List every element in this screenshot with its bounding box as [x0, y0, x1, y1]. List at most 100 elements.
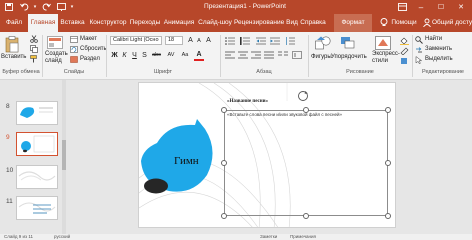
tab-help[interactable]: Справка: [300, 14, 326, 32]
align-left-icon[interactable]: [225, 51, 235, 61]
char-spacing-button[interactable]: AV: [165, 51, 177, 60]
font-size-field[interactable]: 18: [165, 36, 183, 45]
ribbon-display-icon[interactable]: [395, 0, 409, 14]
grow-font-button[interactable]: A: [186, 36, 195, 45]
increase-indent-icon[interactable]: [270, 37, 280, 47]
bold-button[interactable]: Ж: [110, 51, 119, 60]
italic-button[interactable]: К: [120, 51, 129, 60]
layout-button[interactable]: Макет: [80, 35, 97, 43]
tab-view[interactable]: Вид: [285, 14, 299, 32]
justify-icon[interactable]: [264, 51, 274, 61]
paragraph-group-label: Абзац: [256, 69, 272, 75]
bullets-icon[interactable]: [225, 37, 235, 47]
find-icon: [415, 36, 423, 46]
thumbnail-number: 10: [6, 167, 14, 174]
numbering-icon[interactable]: [240, 37, 250, 47]
thumbnail-slide-9[interactable]: [16, 132, 58, 156]
thumbnail-slide-10[interactable]: [16, 165, 58, 189]
layout-icon: [70, 36, 78, 45]
chevron-down-icon[interactable]: ▾: [32, 0, 38, 14]
align-right-icon[interactable]: [251, 51, 261, 61]
status-bar: Слайд 9 из 11 русский Заметки Примечания: [0, 234, 472, 240]
thumbnail-slide-11[interactable]: [16, 196, 58, 220]
thumbnail-slide-8[interactable]: [16, 101, 58, 125]
tab-insert[interactable]: Вставка: [59, 14, 86, 32]
text-direction-icon[interactable]: [292, 51, 302, 61]
save-icon[interactable]: [3, 0, 15, 14]
reset-button[interactable]: Сбросить: [80, 45, 107, 53]
replace-button[interactable]: Заменить: [425, 45, 452, 53]
maximize-button[interactable]: ☐: [433, 0, 449, 14]
slide[interactable]: Гимн «Название песни» «Вставьте слова пе…: [138, 82, 396, 228]
change-case-button[interactable]: Aa: [179, 51, 191, 60]
resize-handle[interactable]: [385, 160, 391, 166]
find-button[interactable]: Найти: [425, 35, 442, 43]
tell-me-search[interactable]: Помощи: [390, 14, 418, 32]
share-button[interactable]: Общий досту: [432, 14, 472, 32]
comments-button[interactable]: Примечания: [290, 234, 316, 239]
arrange-icon[interactable]: [340, 36, 356, 52]
paste-button[interactable]: Вставить: [1, 53, 26, 61]
shape-effects-icon[interactable]: [400, 57, 409, 67]
resize-handle[interactable]: [303, 213, 309, 219]
format-painter-icon[interactable]: [30, 55, 38, 65]
lightbulb-icon: [380, 18, 388, 29]
shadow-button[interactable]: S: [140, 51, 149, 60]
underline-button[interactable]: Ч: [130, 51, 139, 60]
copy-icon[interactable]: [30, 45, 38, 55]
slide-thumbnails-pane: 8 9 10 11: [0, 80, 66, 234]
columns-icon[interactable]: [278, 51, 288, 61]
font-color-button[interactable]: A: [194, 50, 204, 61]
shape-outline-icon[interactable]: [400, 47, 409, 57]
shapes-button[interactable]: Фигуры: [311, 53, 332, 61]
ribbon-tabs: Файл Главная Вставка Конструктор Переход…: [0, 14, 472, 32]
redo-icon[interactable]: [40, 0, 52, 14]
new-slide-icon[interactable]: [47, 36, 63, 52]
resize-handle[interactable]: [385, 213, 391, 219]
language-indicator[interactable]: русский: [54, 234, 70, 239]
cut-icon[interactable]: [30, 35, 38, 45]
tab-review[interactable]: Рецензирование: [234, 14, 284, 32]
replace-icon: [415, 46, 423, 56]
clear-format-button[interactable]: A: [204, 36, 213, 45]
close-button[interactable]: ✕: [453, 0, 469, 14]
quick-styles-icon[interactable]: [375, 36, 391, 52]
undo-icon[interactable]: [18, 0, 30, 14]
minimize-button[interactable]: –: [413, 0, 429, 14]
select-button[interactable]: Выделить: [425, 55, 453, 63]
section-button[interactable]: Раздел: [80, 55, 100, 63]
tab-animations[interactable]: Анимация: [162, 14, 196, 32]
shrink-font-button[interactable]: A: [195, 37, 203, 46]
resize-handle[interactable]: [385, 107, 391, 113]
resize-handle[interactable]: [221, 107, 227, 113]
strikethrough-button[interactable]: abc: [150, 51, 163, 60]
arrange-button[interactable]: Упорядочить: [331, 53, 367, 61]
resize-handle[interactable]: [303, 107, 309, 113]
quick-styles-button[interactable]: Экспресс-стили: [372, 51, 400, 65]
tab-slideshow[interactable]: Слайд-шоу: [197, 14, 233, 32]
slideshow-icon[interactable]: [55, 0, 67, 14]
share-icon: [423, 18, 431, 29]
reset-icon: [70, 46, 78, 55]
new-slide-button[interactable]: Создать слайд: [45, 51, 69, 65]
font-name-field[interactable]: Calibri Light (Осно: [110, 36, 162, 45]
resize-handle[interactable]: [221, 160, 227, 166]
rotate-handle-icon[interactable]: [296, 89, 310, 103]
customize-toolbar-icon[interactable]: ▾: [68, 0, 76, 14]
separator: [308, 35, 309, 77]
tab-file[interactable]: Файл: [3, 14, 25, 32]
resize-handle[interactable]: [221, 213, 227, 219]
decrease-indent-icon[interactable]: [256, 37, 266, 47]
tab-design[interactable]: Конструктор: [88, 14, 128, 32]
dark-oval-shape[interactable]: [143, 177, 169, 195]
line-spacing-icon[interactable]: [285, 37, 295, 47]
tab-home[interactable]: Главная: [28, 14, 58, 32]
shapes-icon[interactable]: [315, 36, 331, 52]
clipboard-group-label: Буфер обмена: [2, 69, 40, 75]
notes-button[interactable]: Заметки: [260, 234, 277, 239]
song-title-placeholder[interactable]: «Название песни»: [227, 99, 268, 104]
align-center-icon[interactable]: [238, 51, 248, 61]
tab-format[interactable]: Формат: [334, 14, 372, 32]
shape-fill-icon[interactable]: [400, 37, 409, 47]
tab-transitions[interactable]: Переходы: [129, 14, 161, 32]
